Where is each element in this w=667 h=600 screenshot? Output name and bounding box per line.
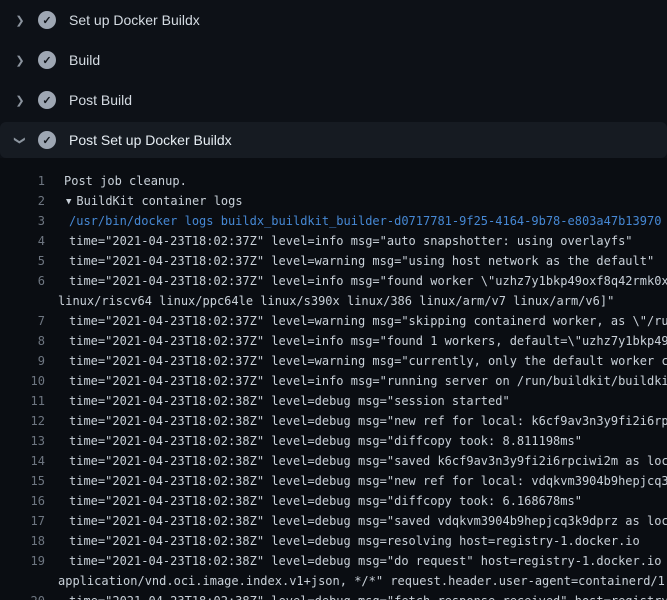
step-row-build[interactable]: ❯ ✓ Build xyxy=(0,40,667,80)
log-line-text: linux/riscv64 linux/ppc64le linux/s390x … xyxy=(45,291,614,311)
log-line-text: time="2021-04-23T18:02:38Z" level=debug … xyxy=(45,411,667,431)
log-line: 16time="2021-04-23T18:02:38Z" level=debu… xyxy=(0,491,667,511)
log-line-number[interactable]: 8 xyxy=(0,331,45,351)
log-line-number[interactable]: 15 xyxy=(0,471,45,491)
log-line-text: time="2021-04-23T18:02:37Z" level=warnin… xyxy=(45,251,654,271)
log-line-text: time="2021-04-23T18:02:37Z" level=info m… xyxy=(45,271,667,291)
success-check-icon: ✓ xyxy=(38,11,56,29)
success-check-icon: ✓ xyxy=(38,131,56,149)
log-line-number xyxy=(0,291,45,311)
log-line: 13time="2021-04-23T18:02:38Z" level=debu… xyxy=(0,431,667,451)
log-line-text: time="2021-04-23T18:02:38Z" level=debug … xyxy=(45,531,640,551)
log-line-text: time="2021-04-23T18:02:38Z" level=debug … xyxy=(45,551,667,571)
log-line-text: application/vnd.oci.image.index.v1+json,… xyxy=(45,571,667,591)
log-line-number[interactable]: 10 xyxy=(0,371,45,391)
log-line-text: time="2021-04-23T18:02:38Z" level=debug … xyxy=(45,471,667,491)
log-line-text: time="2021-04-23T18:02:37Z" level=info m… xyxy=(45,331,667,351)
log-line-number[interactable]: 7 xyxy=(0,311,45,331)
chevron-right-icon: ❯ xyxy=(12,54,28,67)
log-line: 10time="2021-04-23T18:02:37Z" level=info… xyxy=(0,371,667,391)
log-line-number[interactable]: 9 xyxy=(0,351,45,371)
log-line: 5time="2021-04-23T18:02:37Z" level=warni… xyxy=(0,251,667,271)
log-line-text: time="2021-04-23T18:02:38Z" level=debug … xyxy=(45,391,510,411)
chevron-right-icon: ❯ xyxy=(12,94,28,107)
group-expander-icon[interactable]: ▼ xyxy=(66,197,71,207)
workflow-log-viewer: ❯ ✓ Set up Docker Buildx ❯ ✓ Build ❯ ✓ P… xyxy=(0,0,667,600)
log-line-text: time="2021-04-23T18:02:38Z" level=debug … xyxy=(45,431,582,451)
log-line: 3/usr/bin/docker logs buildx_buildkit_bu… xyxy=(0,211,667,231)
log-line-number[interactable]: 6 xyxy=(0,271,45,291)
log-line: 1Post job cleanup. xyxy=(0,171,667,191)
log-line-number[interactable]: 4 xyxy=(0,231,45,251)
log-line: 20time="2021-04-23T18:02:38Z" level=debu… xyxy=(0,591,667,600)
log-line-number[interactable]: 16 xyxy=(0,491,45,511)
chevron-down-icon: ❯ xyxy=(14,132,27,148)
step-label: Post Build xyxy=(69,92,132,108)
log-line: 14time="2021-04-23T18:02:38Z" level=debu… xyxy=(0,451,667,471)
success-check-icon: ✓ xyxy=(38,51,56,69)
log-line-number[interactable]: 2 xyxy=(0,191,45,211)
step-label: Post Set up Docker Buildx xyxy=(69,132,232,148)
log-line-text: time="2021-04-23T18:02:38Z" level=debug … xyxy=(45,491,582,511)
log-line-number[interactable]: 19 xyxy=(0,551,45,571)
log-command-text: /usr/bin/docker logs buildx_buildkit_bui… xyxy=(45,211,661,231)
log-line: 15time="2021-04-23T18:02:38Z" level=debu… xyxy=(0,471,667,491)
log-line: application/vnd.oci.image.index.v1+json,… xyxy=(0,571,667,591)
log-line-text: time="2021-04-23T18:02:38Z" level=debug … xyxy=(45,511,667,531)
log-line-number[interactable]: 11 xyxy=(0,391,45,411)
log-line-number[interactable]: 5 xyxy=(0,251,45,271)
log-line: 9time="2021-04-23T18:02:37Z" level=warni… xyxy=(0,351,667,371)
log-line: 17time="2021-04-23T18:02:38Z" level=debu… xyxy=(0,511,667,531)
step-row-post-set-up-docker-buildx[interactable]: ❯ ✓ Post Set up Docker Buildx xyxy=(0,122,667,158)
log-line-number[interactable]: 12 xyxy=(0,411,45,431)
log-line: 8time="2021-04-23T18:02:37Z" level=info … xyxy=(0,331,667,351)
log-line-text: time="2021-04-23T18:02:37Z" level=info m… xyxy=(45,371,667,391)
log-line: 6time="2021-04-23T18:02:37Z" level=info … xyxy=(0,271,667,291)
log-line-number[interactable]: 1 xyxy=(0,171,45,191)
log-line-number[interactable]: 14 xyxy=(0,451,45,471)
step-row-post-build[interactable]: ❯ ✓ Post Build xyxy=(0,80,667,120)
log-line-text: time="2021-04-23T18:02:38Z" level=debug … xyxy=(45,591,667,600)
log-line: 7time="2021-04-23T18:02:37Z" level=warni… xyxy=(0,311,667,331)
log-line-text: time="2021-04-23T18:02:38Z" level=debug … xyxy=(45,451,667,471)
log-line: 11time="2021-04-23T18:02:38Z" level=debu… xyxy=(0,391,667,411)
step-label: Set up Docker Buildx xyxy=(69,12,200,28)
log-line: 12time="2021-04-23T18:02:38Z" level=debu… xyxy=(0,411,667,431)
log-line: 18time="2021-04-23T18:02:38Z" level=debu… xyxy=(0,531,667,551)
log-line-text: time="2021-04-23T18:02:37Z" level=warnin… xyxy=(45,311,667,331)
log-line: 4time="2021-04-23T18:02:37Z" level=info … xyxy=(0,231,667,251)
chevron-right-icon: ❯ xyxy=(12,14,28,27)
log-line-number[interactable]: 13 xyxy=(0,431,45,451)
success-check-icon: ✓ xyxy=(38,91,56,109)
log-line-text: ▼BuildKit container logs xyxy=(45,191,243,211)
log-line-text: time="2021-04-23T18:02:37Z" level=warnin… xyxy=(45,351,667,371)
log-line-text: time="2021-04-23T18:02:37Z" level=info m… xyxy=(45,231,633,251)
step-row-set-up-docker-buildx[interactable]: ❯ ✓ Set up Docker Buildx xyxy=(0,0,667,40)
log-line-number[interactable]: 17 xyxy=(0,511,45,531)
step-log-output: 1Post job cleanup.2▼BuildKit container l… xyxy=(0,158,667,600)
log-line: 19time="2021-04-23T18:02:38Z" level=debu… xyxy=(0,551,667,571)
log-line: 2▼BuildKit container logs xyxy=(0,191,667,211)
log-line-number xyxy=(0,571,45,591)
log-line: linux/riscv64 linux/ppc64le linux/s390x … xyxy=(0,291,667,311)
log-line-text: Post job cleanup. xyxy=(45,171,187,191)
log-line-number[interactable]: 3 xyxy=(0,211,45,231)
log-line-number[interactable]: 20 xyxy=(0,591,45,600)
step-label: Build xyxy=(69,52,100,68)
log-line-number[interactable]: 18 xyxy=(0,531,45,551)
